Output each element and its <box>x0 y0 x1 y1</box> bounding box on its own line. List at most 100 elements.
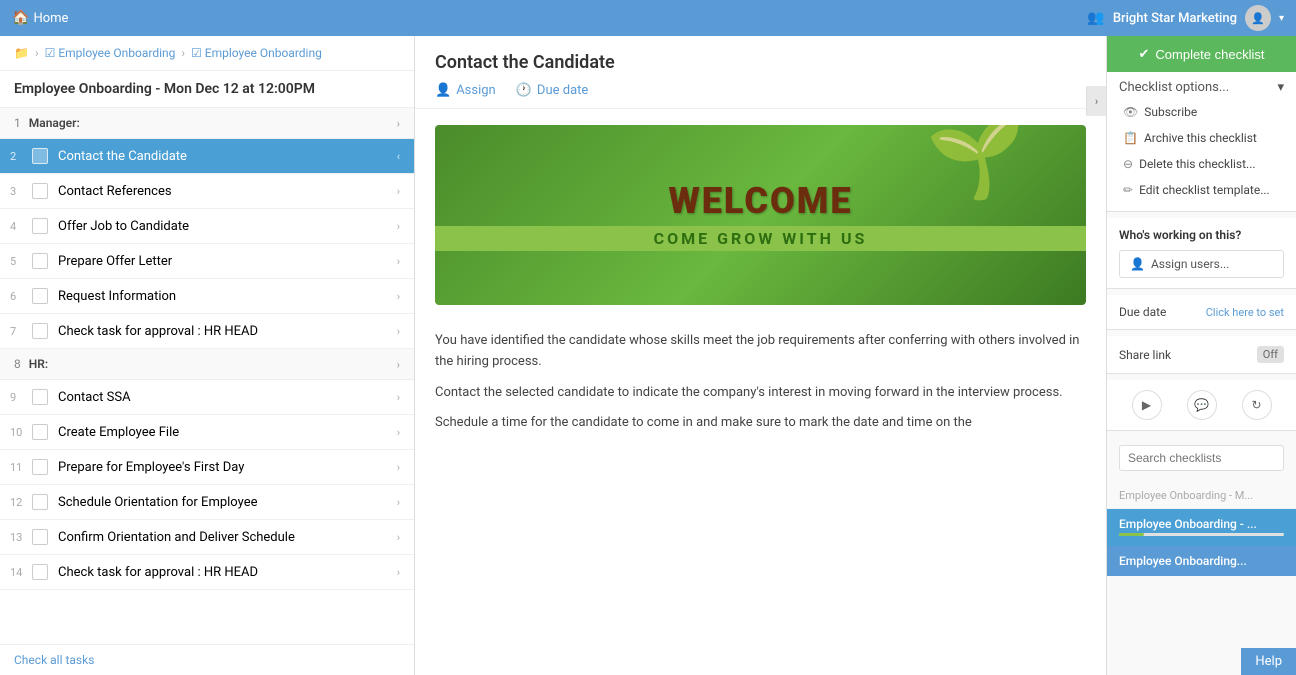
complete-checklist-button[interactable]: ✔ Complete checklist <box>1107 36 1296 72</box>
breadcrumb-item-1[interactable]: ☑ Employee Onboarding <box>45 46 176 60</box>
search-checklists-input[interactable] <box>1119 445 1284 471</box>
task-label-12: Schedule Orientation for Employee <box>58 495 397 510</box>
task-item-contact-references[interactable]: 3 Contact References › <box>0 174 414 209</box>
task-checkbox-2[interactable] <box>32 148 48 164</box>
section-label-manager: Manager: <box>29 116 80 130</box>
task-item-create-employee-file[interactable]: 10 Create Employee File › <box>0 415 414 450</box>
task-item-check-approval-1[interactable]: 7 Check task for approval : HR HEAD › <box>0 314 414 349</box>
checkmark-icon: ✔ <box>1138 46 1149 62</box>
checklist-icon-1: ☑ <box>45 46 56 60</box>
task-checkbox-9[interactable] <box>32 389 48 405</box>
checklist-options-section: Checklist options... ▾ 👁 Subscribe 📋 Arc… <box>1107 72 1296 212</box>
task-item-contact-candidate[interactable]: 2 Contact the Candidate ‹ <box>0 139 414 174</box>
check-all-tasks[interactable]: Check all tasks <box>0 644 414 675</box>
breadcrumb-label-1: Employee Onboarding <box>58 46 175 60</box>
assign-label: Assign <box>456 83 496 98</box>
task-num-9: 9 <box>10 391 32 404</box>
task-item-offer-job[interactable]: 4 Offer Job to Candidate › <box>0 209 414 244</box>
task-checkbox-10[interactable] <box>32 424 48 440</box>
content-para-2: Contact the selected candidate to indica… <box>435 383 1086 404</box>
play-button[interactable]: ▶ <box>1132 390 1162 420</box>
due-date-button[interactable]: 🕐 Due date <box>516 83 589 98</box>
task-checkbox-11[interactable] <box>32 459 48 475</box>
chat-button[interactable]: 💬 <box>1187 390 1217 420</box>
share-link-off-badge[interactable]: Off <box>1257 346 1284 363</box>
working-on-title: Who's working on this? <box>1119 228 1284 242</box>
content-body: You have identified the candidate whose … <box>415 321 1106 454</box>
task-label-3: Contact References <box>58 184 397 199</box>
due-date-row-label: Due date <box>1119 305 1166 319</box>
task-arrow-11: › <box>397 461 400 474</box>
edit-template-option[interactable]: ✏ Edit checklist template... <box>1119 177 1284 203</box>
due-date-label: Due date <box>537 83 588 98</box>
avatar[interactable]: 👤 <box>1245 5 1271 31</box>
users-icon: 👥 <box>1087 10 1104 26</box>
delete-option[interactable]: ⊖ Delete this checklist... <box>1119 151 1284 177</box>
assign-button[interactable]: 👤 Assign <box>435 83 496 98</box>
section-header-hr[interactable]: 8 HR: › <box>0 349 414 380</box>
subscribe-label: Subscribe <box>1144 105 1197 119</box>
checklist-result-bottom[interactable]: Employee Onboarding... <box>1107 546 1296 576</box>
task-num-6: 6 <box>10 290 32 303</box>
section-num-1: 1 <box>14 116 21 130</box>
chevron-down-icon[interactable]: ▾ <box>1279 13 1284 24</box>
task-arrow-13: › <box>397 531 400 544</box>
action-icons-row: ▶ 💬 ↻ <box>1107 380 1296 431</box>
task-arrow-12: › <box>397 496 400 509</box>
task-item-prepare-offer[interactable]: 5 Prepare Offer Letter › <box>0 244 414 279</box>
assign-users-button[interactable]: 👤 Assign users... <box>1119 250 1284 278</box>
content-title: Contact the Candidate <box>435 52 1086 73</box>
task-checkbox-6[interactable] <box>32 288 48 304</box>
due-date-set-link[interactable]: Click here to set <box>1206 306 1284 319</box>
left-sidebar: 📁 › ☑ Employee Onboarding › ☑ Employee O… <box>0 36 415 675</box>
delete-icon: ⊖ <box>1123 157 1133 171</box>
subscribe-option[interactable]: 👁 Subscribe <box>1119 99 1284 125</box>
task-item-prepare-first-day[interactable]: 11 Prepare for Employee's First Day › <box>0 450 414 485</box>
breadcrumb: 📁 › ☑ Employee Onboarding › ☑ Employee O… <box>0 36 414 71</box>
options-dropdown: 👁 Subscribe 📋 Archive this checklist ⊖ D… <box>1119 99 1284 203</box>
section-label-hr: HR: <box>29 357 48 371</box>
task-label-2: Contact the Candidate <box>58 149 397 164</box>
help-button[interactable]: Help <box>1241 648 1296 675</box>
toggle-panel-button[interactable]: › <box>1086 86 1106 116</box>
task-item-check-approval-2[interactable]: 14 Check task for approval : HR HEAD › <box>0 555 414 590</box>
nav-right: 👥 Bright Star Marketing 👤 ▾ <box>1087 5 1284 31</box>
archive-option[interactable]: 📋 Archive this checklist <box>1119 125 1284 151</box>
task-num-3: 3 <box>10 185 32 198</box>
task-item-confirm-orientation[interactable]: 13 Confirm Orientation and Deliver Sched… <box>0 520 414 555</box>
task-list: 1 Manager: › 2 Contact the Candidate ‹ 3… <box>0 108 414 644</box>
checklist-result-dimmed[interactable]: Employee Onboarding - M... <box>1107 483 1296 509</box>
task-arrow-6: › <box>397 290 400 303</box>
section-header-manager[interactable]: 1 Manager: › <box>0 108 414 139</box>
task-checkbox-13[interactable] <box>32 529 48 545</box>
home-button[interactable]: 🏠 Home <box>12 10 68 26</box>
task-item-schedule-orientation[interactable]: 12 Schedule Orientation for Employee › <box>0 485 414 520</box>
breadcrumb-item-2[interactable]: ☑ Employee Onboarding <box>191 46 322 60</box>
task-arrow-9: › <box>397 391 400 404</box>
main-layout: 📁 › ☑ Employee Onboarding › ☑ Employee O… <box>0 36 1296 675</box>
home-icon: 🏠 <box>12 10 29 26</box>
task-checkbox-5[interactable] <box>32 253 48 269</box>
checklist-result-active[interactable]: Employee Onboarding - ... <box>1107 509 1296 546</box>
checklist-options-toggle[interactable]: Checklist options... ▾ <box>1119 80 1284 95</box>
delete-label: Delete this checklist... <box>1139 157 1255 171</box>
task-checkbox-7[interactable] <box>32 323 48 339</box>
checklist-results: Employee Onboarding - M... Employee Onbo… <box>1107 479 1296 580</box>
task-checkbox-3[interactable] <box>32 183 48 199</box>
task-arrow-7: › <box>397 325 400 338</box>
refresh-button[interactable]: ↻ <box>1242 390 1272 420</box>
task-item-contact-ssa[interactable]: 9 Contact SSA › <box>0 380 414 415</box>
task-checkbox-4[interactable] <box>32 218 48 234</box>
task-num-10: 10 <box>10 426 32 439</box>
task-label-6: Request Information <box>58 289 397 304</box>
task-item-request-info[interactable]: 6 Request Information › <box>0 279 414 314</box>
task-num-11: 11 <box>10 461 32 474</box>
task-checkbox-14[interactable] <box>32 564 48 580</box>
task-checkbox-12[interactable] <box>32 494 48 510</box>
task-num-12: 12 <box>10 496 32 509</box>
task-label-9: Contact SSA <box>58 390 397 405</box>
center-content: › Contact the Candidate 👤 Assign 🕐 Due d… <box>415 36 1106 675</box>
expand-arrow-manager: › <box>397 117 400 130</box>
eye-icon: 👁 <box>1123 105 1138 119</box>
org-name: Bright Star Marketing <box>1113 11 1237 26</box>
